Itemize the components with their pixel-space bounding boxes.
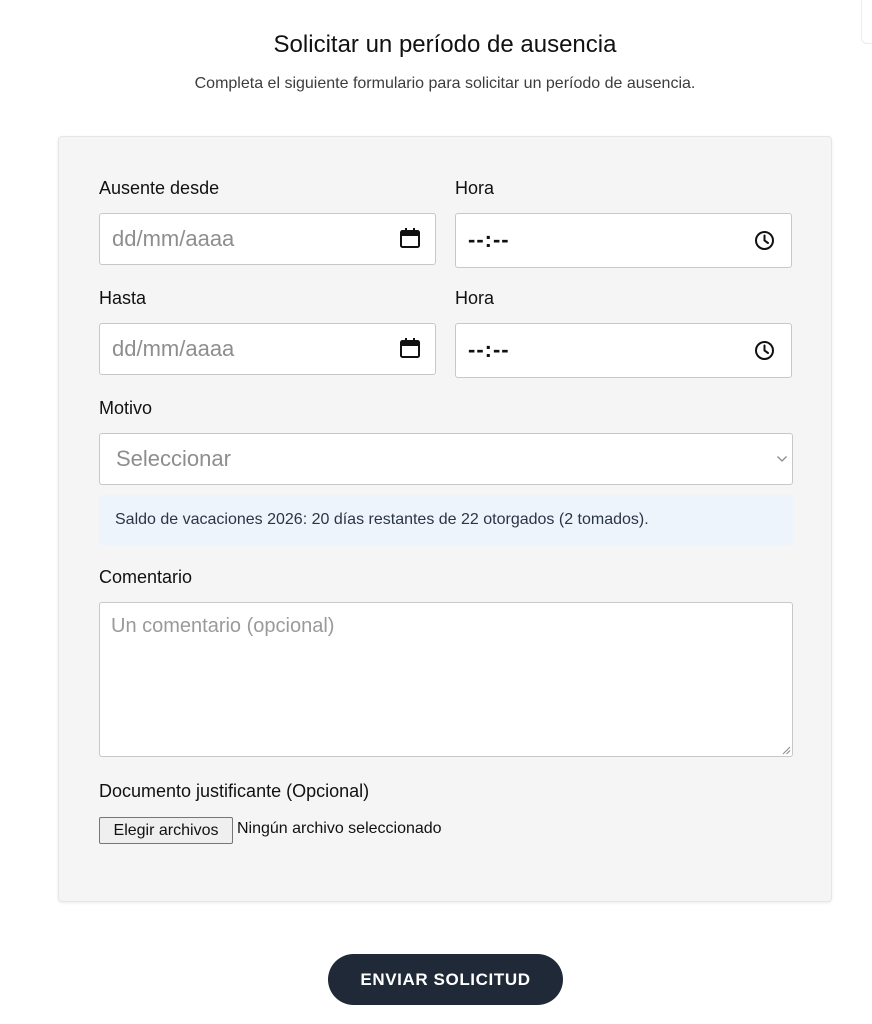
calendar-icon[interactable] [399, 337, 421, 359]
to-date-label: Hasta [99, 288, 147, 308]
to-time-label: Hora [455, 288, 495, 308]
vacation-balance-text: Saldo de vacaciones 2026: 20 días restan… [115, 511, 649, 528]
from-time-label: Hora [455, 178, 495, 198]
from-date-value: dd/mm/aaaa [112, 226, 235, 251]
from-date-input[interactable]: dd/mm/aaaa [99, 213, 436, 265]
from-time-input[interactable]: --:-- [455, 213, 792, 268]
clock-icon[interactable] [754, 230, 775, 251]
page-title: Solicitar un período de ausencia [273, 31, 617, 58]
reason-label: Motivo [99, 398, 153, 418]
from-time-value: --:-- [468, 227, 510, 252]
calendar-icon[interactable] [399, 227, 421, 249]
to-time-input[interactable]: --:-- [455, 323, 792, 378]
reason-select[interactable]: Seleccionar [99, 433, 793, 485]
comment-label: Comentario [99, 567, 193, 587]
comment-placeholder: Un comentario (opcional) [111, 615, 335, 637]
to-time-value: --:-- [468, 337, 510, 362]
comment-textarea[interactable]: Un comentario (opcional) [99, 602, 793, 757]
to-date-input[interactable]: dd/mm/aaaa [99, 323, 436, 375]
reason-placeholder: Seleccionar [116, 446, 231, 471]
resize-handle-icon[interactable] [782, 746, 791, 755]
page-subtitle: Completa el siguiente formulario para so… [194, 75, 696, 92]
choose-files-button[interactable]: Elegir archivos [99, 817, 233, 844]
chevron-down-icon [777, 456, 787, 462]
document-label: Documento justificante (Opcional) [99, 781, 370, 801]
from-date-label: Ausente desde [99, 178, 220, 198]
clock-icon[interactable] [754, 340, 775, 361]
to-date-value: dd/mm/aaaa [112, 336, 235, 361]
absence-form: Ausente desde Hora dd/mm/aaaa --:-- Hast… [58, 136, 832, 902]
file-status-text: Ningún archivo seleccionado [237, 820, 442, 837]
vacation-balance-notice: Saldo de vacaciones 2026: 20 días restan… [99, 495, 793, 545]
submit-request-button[interactable]: ENVIAR SOLICITUD [328, 954, 563, 1005]
